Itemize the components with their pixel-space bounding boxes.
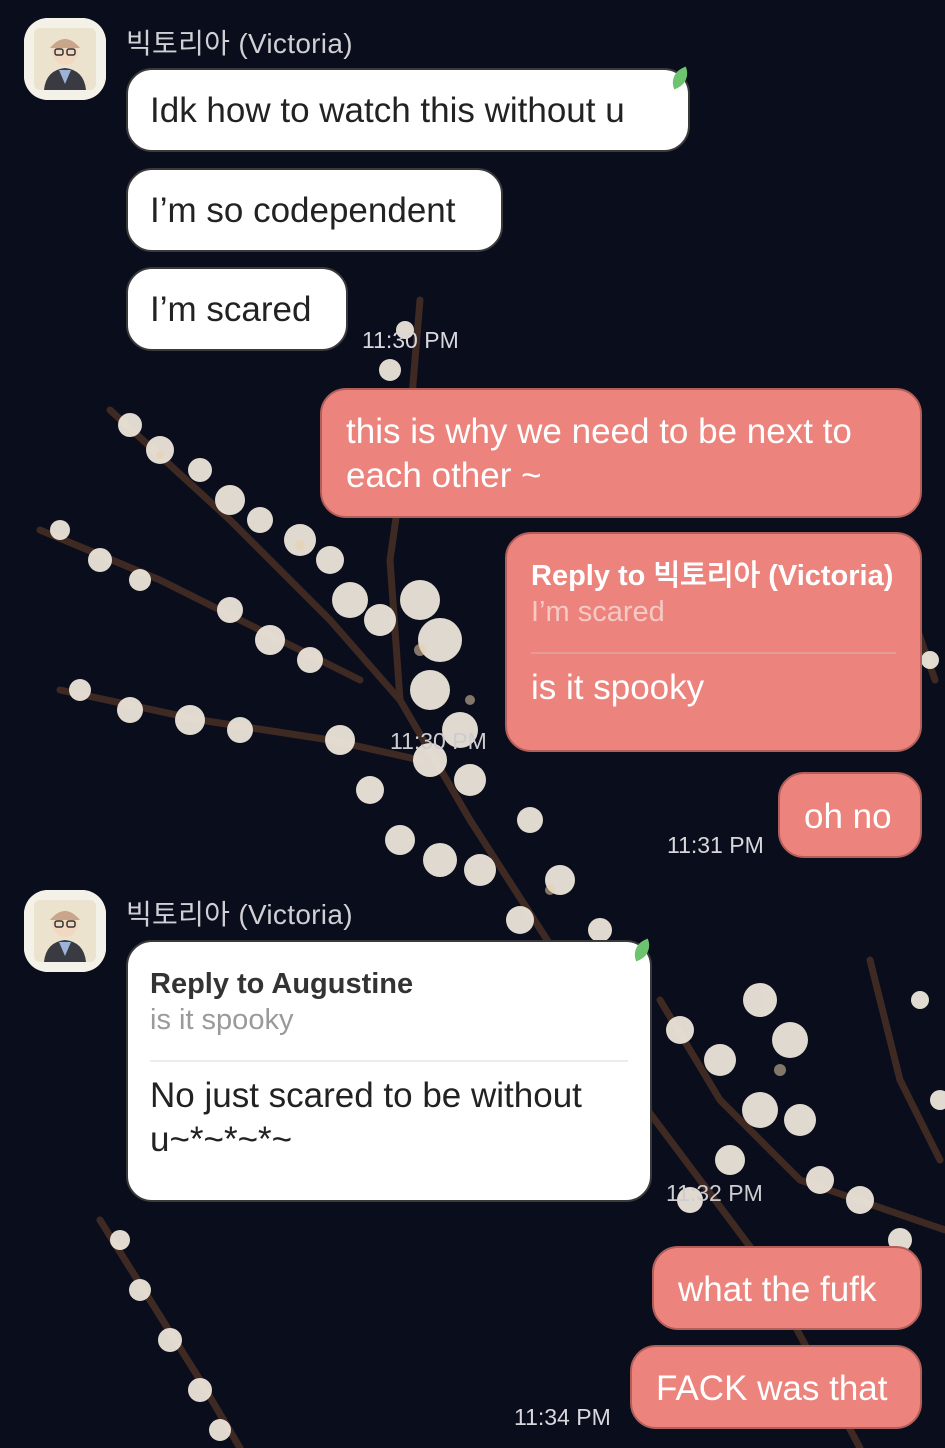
message-text: this is why we need to be next to each o… <box>346 412 852 495</box>
outgoing-reply-bubble[interactable]: Reply to 빅토리아 (Victoria) I’m scared is i… <box>505 532 922 752</box>
person-with-glasses-avatar-icon <box>24 18 106 100</box>
outgoing-message-bubble[interactable]: FACK was that <box>630 1345 922 1429</box>
message-timestamp: 11:32 PM <box>666 1180 763 1206</box>
message-timestamp: 11:30 PM <box>362 327 459 353</box>
message-text: is it spooky <box>531 668 705 707</box>
message-timestamp: 11:31 PM <box>667 832 764 858</box>
sender-name: 빅토리아 (Victoria) <box>126 899 353 930</box>
reply-to-label: Reply to 빅토리아 (Victoria) <box>531 560 894 592</box>
quoted-message: is it spooky <box>150 1004 294 1036</box>
sender-avatar[interactable] <box>24 18 106 100</box>
reply-divider <box>531 652 896 654</box>
sender-avatar[interactable] <box>24 890 106 972</box>
message-timestamp: 11:34 PM <box>514 1404 611 1430</box>
message-text: oh no <box>804 797 892 836</box>
message-text: what the fufk <box>678 1270 877 1309</box>
message-text: I’m scared <box>150 290 312 329</box>
reply-divider <box>150 1060 628 1062</box>
message-text: FACK was that <box>656 1369 888 1408</box>
message-timestamp: 11:30 PM <box>390 728 487 754</box>
outgoing-message-bubble[interactable]: what the fufk <box>652 1246 922 1330</box>
outgoing-message-bubble[interactable]: this is why we need to be next to each o… <box>320 388 922 518</box>
incoming-message-bubble[interactable]: I’m so codependent <box>126 168 503 252</box>
message-text: No just scared to be without u~*~*~*~ <box>150 1076 582 1159</box>
quoted-message: I’m scared <box>531 596 665 628</box>
sender-name: 빅토리아 (Victoria) <box>126 28 353 59</box>
incoming-message-bubble[interactable]: Idk how to watch this without u <box>126 68 690 152</box>
message-text: I’m so codependent <box>150 191 456 230</box>
outgoing-message-bubble[interactable]: oh no <box>778 772 922 858</box>
message-text: Idk how to watch this without u <box>150 91 625 130</box>
person-with-glasses-avatar-icon <box>24 890 106 972</box>
incoming-message-bubble[interactable]: I’m scared <box>126 267 348 351</box>
reply-to-label: Reply to Augustine <box>150 968 414 1000</box>
incoming-reply-bubble[interactable]: Reply to Augustine is it spooky No just … <box>126 940 652 1202</box>
